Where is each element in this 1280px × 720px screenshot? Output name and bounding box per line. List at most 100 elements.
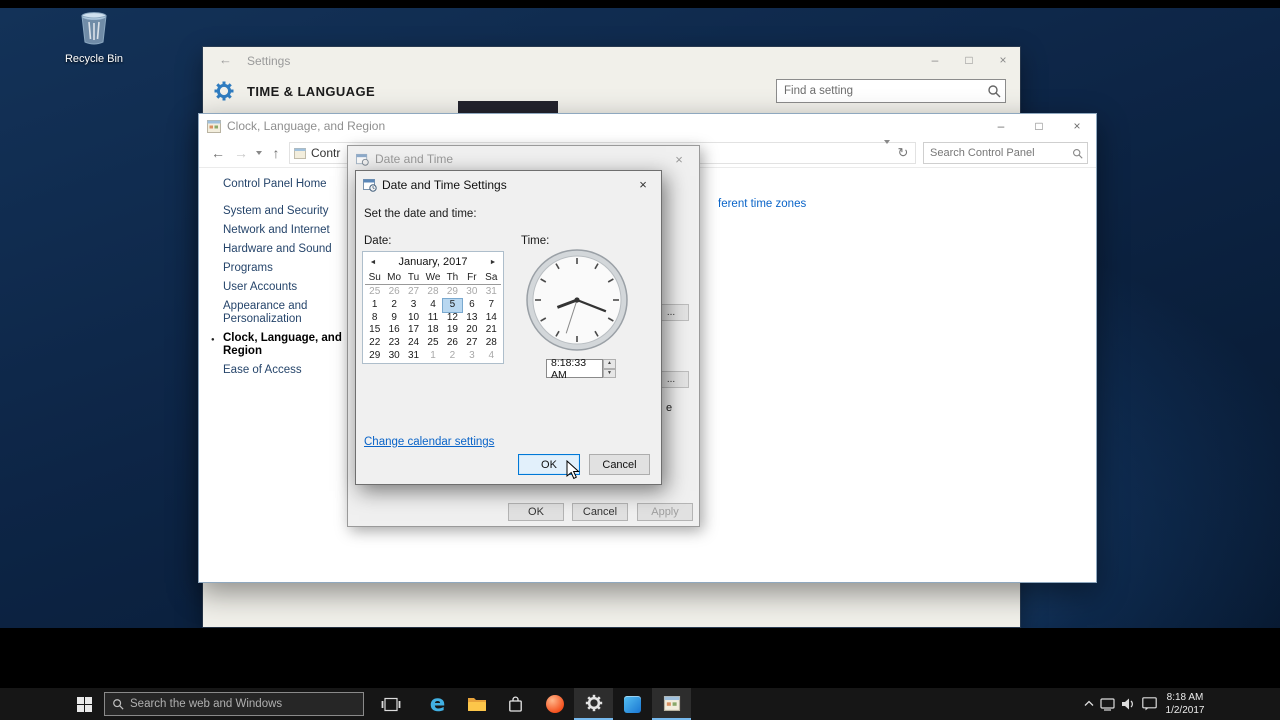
calendar-day-header: Fr (462, 271, 482, 285)
calendar-day[interactable]: 12 (443, 312, 462, 325)
calendar-day[interactable]: 23 (384, 337, 403, 350)
calendar-day[interactable]: 31 (482, 286, 501, 299)
history-dropdown-icon[interactable] (253, 138, 265, 168)
calendar-day[interactable]: 1 (423, 350, 442, 363)
date-and-time-dialog-icon (356, 153, 369, 166)
recycle-bin[interactable]: Recycle Bin (64, 10, 124, 65)
calendar-day[interactable]: 27 (462, 337, 481, 350)
orange-app-taskbar-button[interactable] (535, 688, 574, 720)
speaker-icon (1122, 698, 1133, 710)
calendar-day[interactable]: 24 (404, 337, 423, 350)
maximize-button[interactable]: □ (952, 47, 986, 73)
calendar-day[interactable]: 16 (384, 324, 403, 337)
close-button[interactable]: × (625, 171, 661, 198)
calendar-day[interactable]: 30 (462, 286, 481, 299)
calendar-day[interactable]: 25 (365, 286, 384, 299)
time-value-field[interactable]: 8:18:33 AM (546, 357, 603, 381)
calendar-day[interactable]: 18 (423, 324, 442, 337)
calendar-day[interactable]: 4 (423, 299, 442, 312)
calendar-day[interactable]: 7 (482, 299, 501, 312)
calendar-day[interactable]: 1 (365, 299, 384, 312)
edge-taskbar-button[interactable]: e (418, 688, 457, 720)
taskbar-search-input[interactable] (130, 698, 363, 710)
minimize-button[interactable]: – (982, 114, 1020, 138)
calendar-day[interactable]: 14 (482, 312, 501, 325)
calendar-day[interactable]: 3 (462, 350, 481, 363)
minimize-button[interactable]: – (918, 47, 952, 73)
next-month-button[interactable]: ► (485, 259, 501, 266)
control-panel-searchbox[interactable] (923, 142, 1088, 164)
calendar-day[interactable]: 26 (384, 286, 403, 299)
spin-up-button[interactable]: ▲ (603, 359, 616, 369)
change-calendar-settings-link[interactable]: Change calendar settings (364, 436, 494, 448)
spin-down-button[interactable]: ▼ (603, 368, 616, 378)
calendar-day[interactable]: 10 (404, 312, 423, 325)
calendar-day[interactable]: 26 (443, 337, 462, 350)
calendar-day[interactable]: 22 (365, 337, 384, 350)
close-button[interactable]: × (659, 146, 699, 172)
date-and-time-settings-titlebar[interactable]: Date and Time Settings × (356, 171, 661, 198)
tray-expand-button[interactable] (1080, 688, 1098, 720)
calendar-day[interactable]: 30 (384, 350, 403, 363)
start-button[interactable] (62, 688, 106, 720)
calendar-day[interactable]: 17 (404, 324, 423, 337)
task-view-button[interactable] (372, 688, 410, 720)
calendar-day[interactable]: 29 (365, 350, 384, 363)
calendar-day[interactable]: 29 (443, 286, 462, 299)
forward-arrow-icon[interactable]: → (231, 138, 251, 168)
calendar-day[interactable]: 2 (384, 299, 403, 312)
calendar-day[interactable]: 21 (482, 324, 501, 337)
calendar-day[interactable]: 3 (404, 299, 423, 312)
calendar-month-label[interactable]: January, 2017 (381, 256, 485, 268)
calendar-day[interactable]: 2 (443, 350, 462, 363)
previous-month-button[interactable]: ◄ (365, 259, 381, 266)
control-panel-search-input[interactable] (930, 147, 1072, 159)
calendar-day[interactable]: 19 (443, 324, 462, 337)
cancel-button[interactable]: Cancel (589, 454, 650, 475)
control-panel-taskbar-button[interactable] (652, 688, 691, 720)
store-taskbar-button[interactable] (496, 688, 535, 720)
calendar-day[interactable]: 28 (482, 337, 501, 350)
address-dropdown-icon[interactable] (884, 140, 890, 162)
refresh-icon[interactable]: ↻ (895, 145, 911, 161)
taskbar-searchbox[interactable] (104, 692, 364, 716)
calendar-day[interactable]: 4 (482, 350, 501, 363)
close-button[interactable]: × (986, 47, 1020, 73)
calendar-day[interactable]: 28 (423, 286, 442, 299)
volume-tray-button[interactable] (1118, 688, 1138, 720)
calendar-day[interactable]: 11 (423, 312, 442, 325)
calendar-day[interactable]: 20 (462, 324, 481, 337)
ok-button[interactable]: OK (508, 503, 564, 521)
settings-titlebar[interactable]: ← Settings – □ × (203, 47, 1020, 73)
calendar-day[interactable]: 27 (404, 286, 423, 299)
calendar-day[interactable]: 8 (365, 312, 384, 325)
settings-content-fragment (458, 101, 558, 113)
control-panel-icon (663, 695, 680, 711)
up-arrow-icon[interactable]: ↑ (267, 138, 285, 168)
calendar-day[interactable]: 25 (423, 337, 442, 350)
find-a-setting-input[interactable] (784, 85, 987, 97)
cancel-button[interactable]: Cancel (572, 503, 628, 521)
search-icon (113, 699, 124, 710)
find-a-setting-searchbox[interactable] (776, 79, 1006, 103)
network-tray-button[interactable] (1098, 688, 1118, 720)
back-arrow-icon[interactable]: ← (207, 138, 229, 168)
calendar-day[interactable]: 13 (462, 312, 481, 325)
calendar-day[interactable]: 15 (365, 324, 384, 337)
date-and-time-titlebar[interactable]: Date and Time × (348, 146, 699, 172)
maximize-button[interactable]: □ (1020, 114, 1058, 138)
back-arrow-icon[interactable]: ← (219, 52, 232, 67)
calendar-day[interactable]: 6 (462, 299, 481, 312)
sidebar-item-label: Control Panel Home (223, 178, 327, 190)
file-explorer-taskbar-button[interactable] (457, 688, 496, 720)
tray-clock[interactable]: 8:18 AM 1/2/2017 (1156, 691, 1214, 717)
calendar-day[interactable]: 5 (441, 297, 464, 313)
calendar-day[interactable]: 9 (384, 312, 403, 325)
calendar-day[interactable]: 31 (404, 350, 423, 363)
settings-taskbar-button[interactable] (574, 688, 613, 720)
control-panel-titlebar[interactable]: Clock, Language, and Region – □ × (199, 114, 1096, 138)
settings-page-title: TIME & LANGUAGE (247, 83, 376, 99)
close-button[interactable]: × (1058, 114, 1096, 138)
time-zones-link[interactable]: ferent time zones (718, 198, 806, 210)
blue-app-taskbar-button[interactable] (613, 688, 652, 720)
